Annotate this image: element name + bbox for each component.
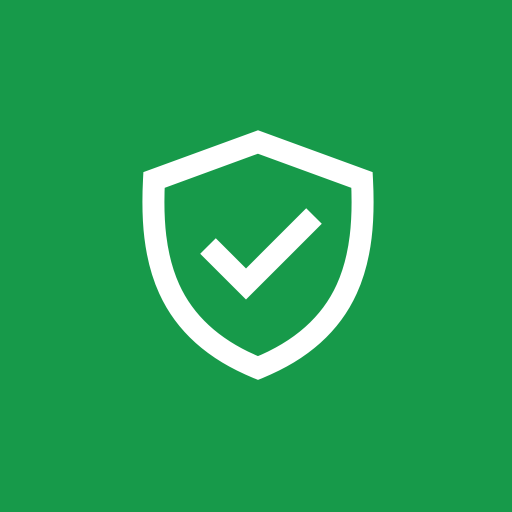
shield-check-icon <box>0 0 512 512</box>
checkmark <box>200 208 322 300</box>
shield-outline <box>142 130 374 380</box>
app-icon-tile <box>0 0 512 512</box>
